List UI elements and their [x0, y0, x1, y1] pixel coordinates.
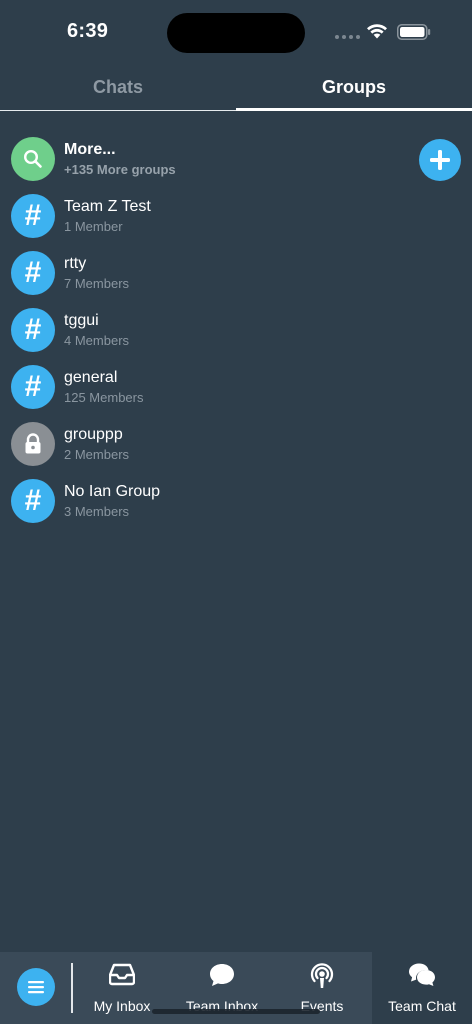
group-name: grouppp	[64, 426, 123, 443]
group-name: Team Z Test	[64, 198, 151, 215]
group-name: No Ian Group	[64, 483, 161, 500]
hamburger-icon	[28, 981, 44, 994]
group-item[interactable]: # tggui 4 Members	[0, 302, 472, 359]
more-groups-item[interactable]: More... +135 More groups	[0, 131, 472, 188]
group-member-count: 3 Members	[64, 504, 130, 519]
cellular-signal-icon	[335, 35, 360, 39]
group-member-count: 4 Members	[64, 333, 130, 348]
group-name: rtty	[64, 255, 87, 272]
menu-button[interactable]	[17, 968, 55, 1006]
nav-team-chat-label: Team Chat	[388, 998, 456, 1014]
hash-icon: #	[11, 194, 55, 238]
group-member-count: 1 Member	[64, 219, 123, 234]
group-item[interactable]: # general 125 Members	[0, 359, 472, 416]
group-item[interactable]: # Team Z Test 1 Member	[0, 188, 472, 245]
lock-icon	[11, 422, 55, 466]
dynamic-island	[167, 13, 305, 53]
hash-icon: #	[11, 308, 55, 352]
hash-icon: #	[11, 479, 55, 523]
tab-chats[interactable]: Chats	[0, 64, 236, 110]
status-time: 6:39	[67, 20, 109, 42]
status-bar: 6:39	[0, 0, 472, 64]
hash-icon: #	[11, 365, 55, 409]
nav-divider	[71, 963, 73, 1013]
nav-my-inbox-label: My Inbox	[93, 998, 151, 1014]
group-member-count: 7 Members	[64, 276, 130, 291]
home-indicator	[152, 1009, 320, 1014]
group-member-count: 125 Members	[64, 390, 144, 405]
group-name: tggui	[64, 312, 99, 329]
more-groups-count: +135 More groups	[64, 162, 176, 177]
inbox-tray-icon	[109, 963, 135, 986]
active-tab-indicator	[236, 108, 472, 111]
battery-icon	[397, 24, 431, 40]
broadcast-icon	[310, 963, 334, 988]
nav-team-chat[interactable]: Team Chat	[372, 952, 472, 1024]
group-item[interactable]: # No Ian Group 3 Members	[0, 473, 472, 530]
wifi-icon	[367, 24, 387, 39]
nav-my-inbox[interactable]: My Inbox	[82, 952, 162, 1024]
group-item[interactable]: # rtty 7 Members	[0, 245, 472, 302]
hash-icon: #	[11, 251, 55, 295]
group-name: general	[64, 369, 118, 386]
group-member-count: 2 Members	[64, 447, 130, 462]
tab-bar: Chats Groups	[0, 64, 472, 111]
more-groups-title: More...	[64, 141, 116, 158]
chat-bubbles-icon	[409, 963, 435, 986]
tab-groups[interactable]: Groups	[236, 64, 472, 110]
group-list: More... +135 More groups # Team Z Test 1…	[0, 131, 472, 530]
group-item[interactable]: grouppp 2 Members	[0, 416, 472, 473]
chat-bubble-icon	[210, 964, 234, 986]
search-icon	[11, 137, 55, 181]
